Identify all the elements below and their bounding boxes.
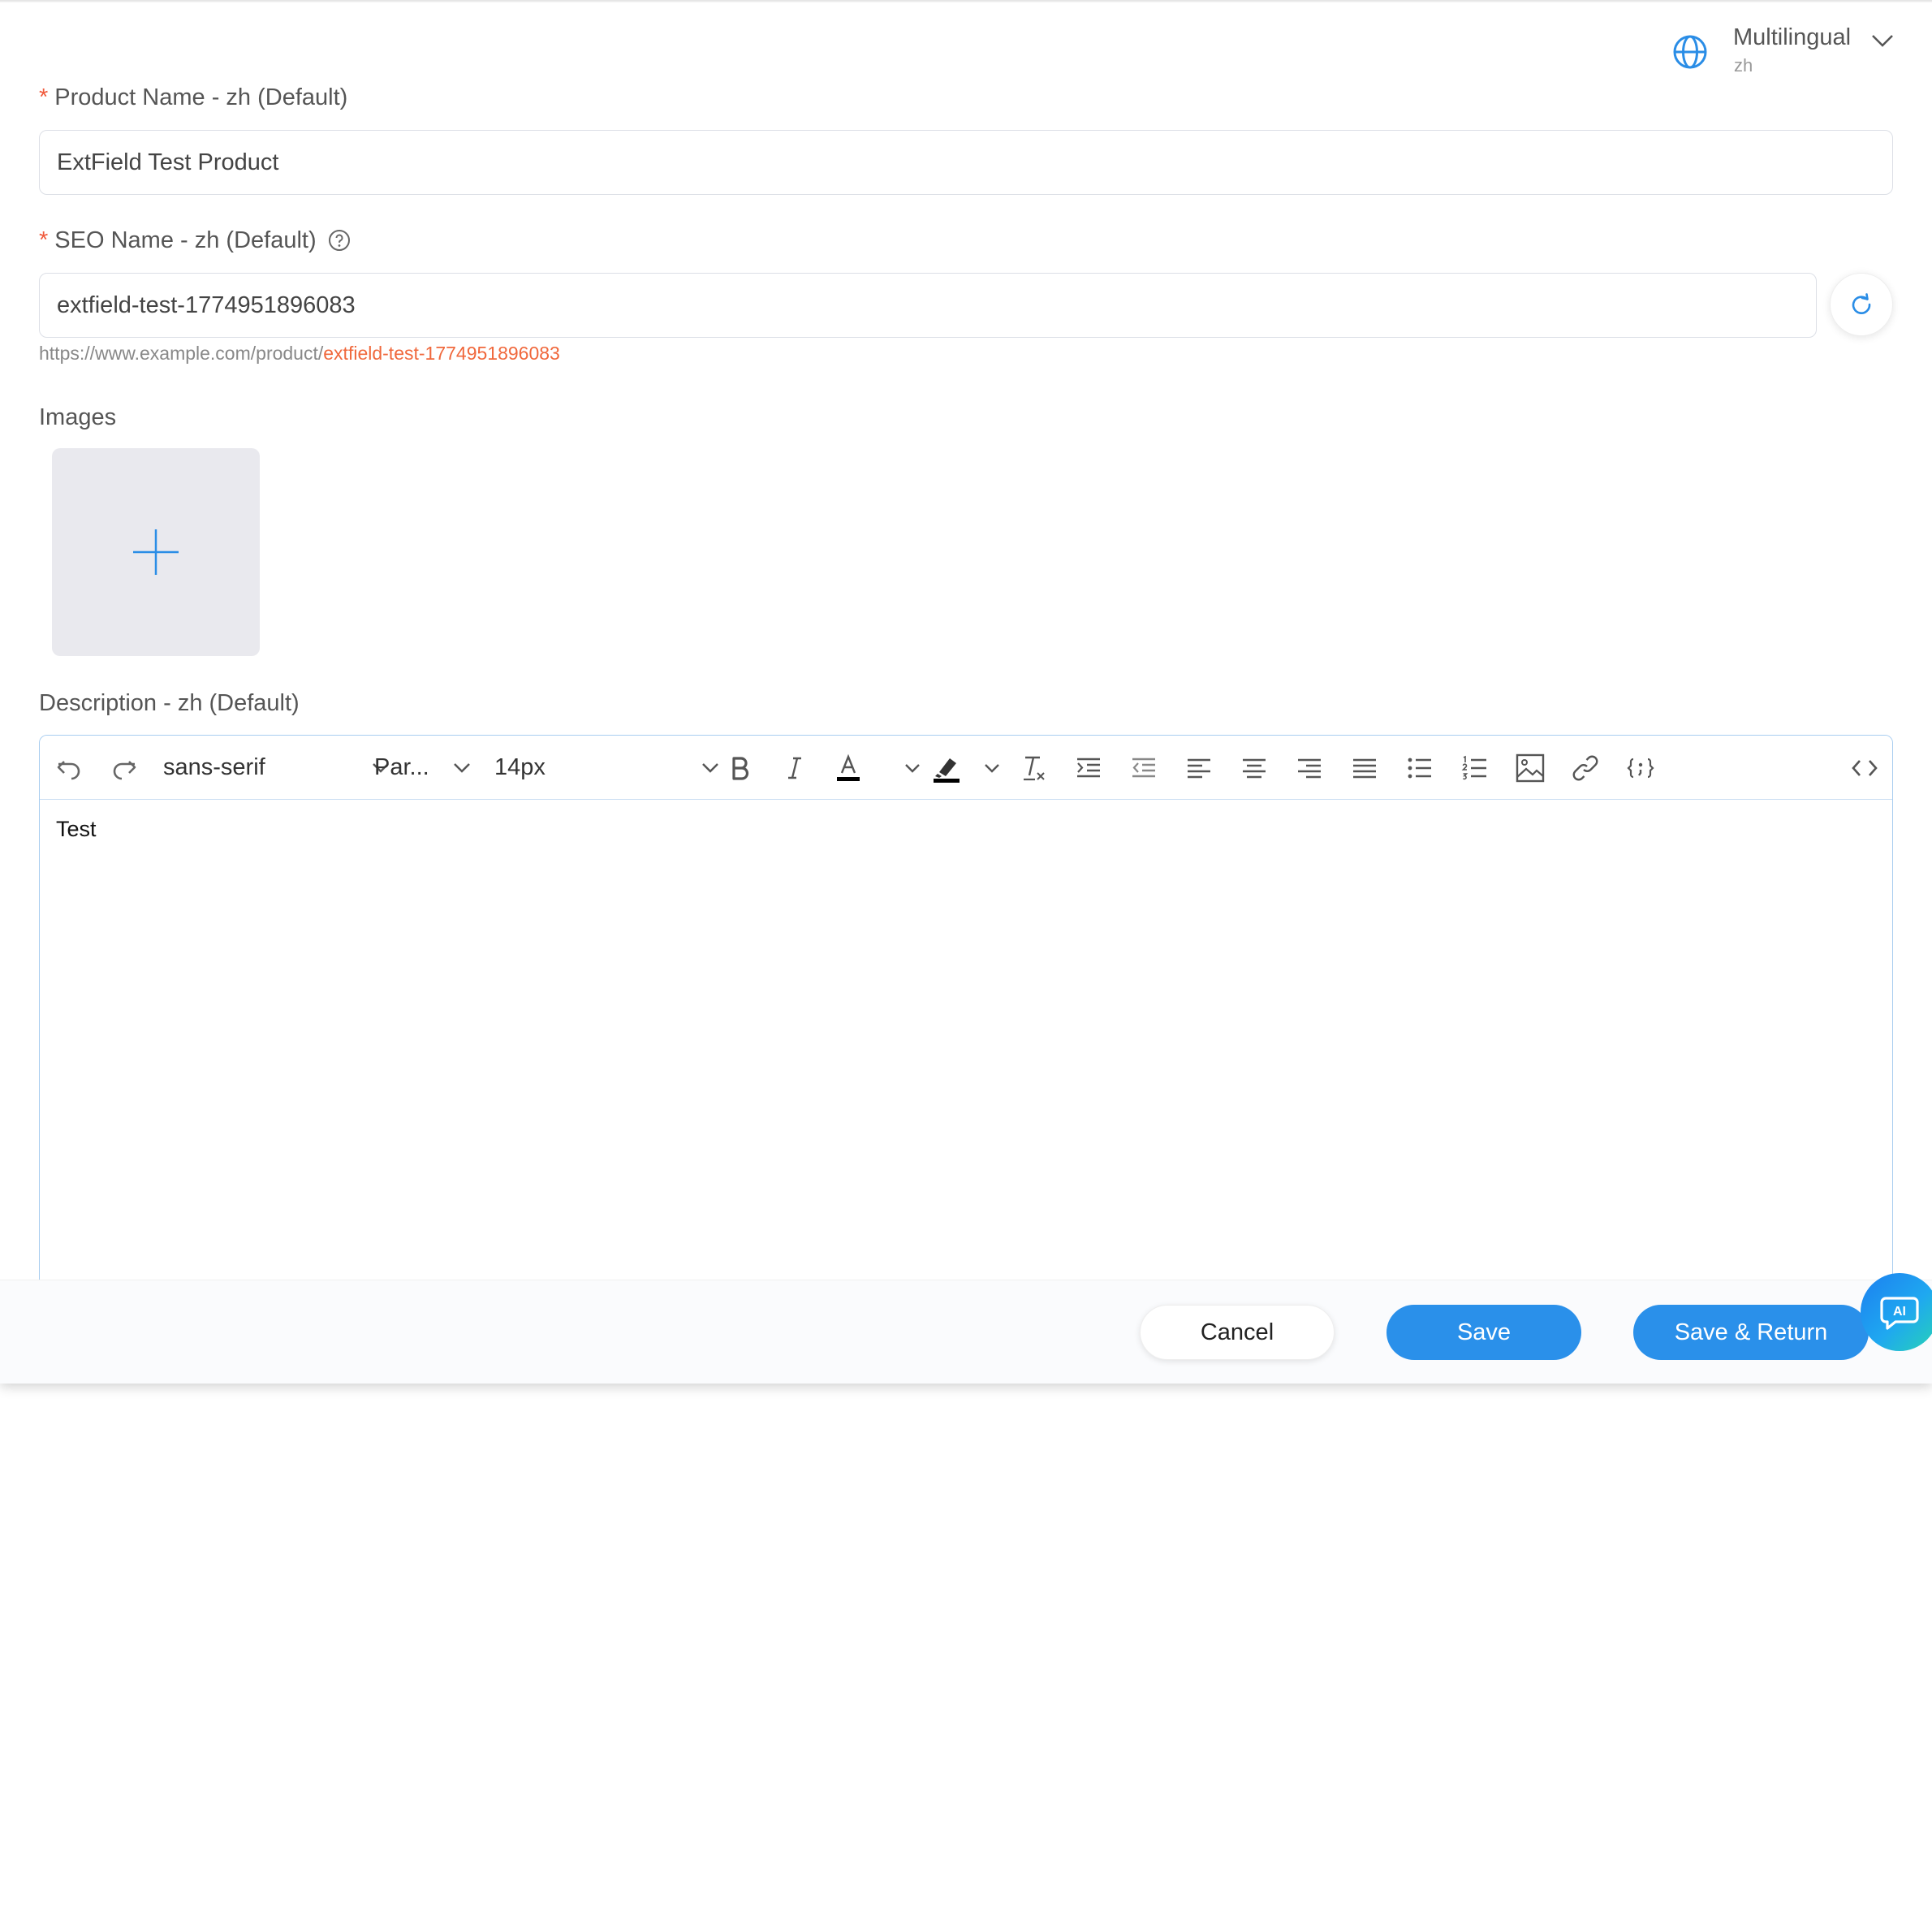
description-label: Description - zh (Default) bbox=[39, 690, 300, 716]
seo-url-prefix: https://www.example.com/product/ bbox=[39, 343, 324, 364]
undo-button[interactable] bbox=[50, 736, 88, 800]
form-footer: Cancel Save Save & Return bbox=[0, 1280, 1932, 1384]
highlight-dropdown[interactable] bbox=[973, 736, 1011, 800]
align-right-button[interactable] bbox=[1290, 736, 1329, 800]
font-size-select[interactable]: 14px bbox=[494, 736, 730, 800]
bullet-list-button[interactable] bbox=[1400, 736, 1439, 800]
font-size-value: 14px bbox=[494, 754, 546, 780]
ai-chat-icon: AI bbox=[1880, 1297, 1919, 1330]
chevron-down-icon bbox=[454, 762, 470, 773]
image-upload-button[interactable] bbox=[52, 448, 260, 656]
block-format-value: Par... bbox=[374, 754, 429, 780]
seo-name-label-text: SEO Name - zh (Default) bbox=[54, 227, 317, 253]
insert-image-button[interactable] bbox=[1511, 736, 1550, 800]
block-format-select[interactable]: Par... bbox=[374, 736, 488, 800]
variable-icon bbox=[1627, 758, 1654, 778]
source-code-icon bbox=[1852, 759, 1878, 776]
bullet-list-icon bbox=[1408, 758, 1431, 778]
seo-name-input[interactable]: extfield-test-1774951896083 bbox=[39, 273, 1817, 338]
save-button[interactable]: Save bbox=[1386, 1305, 1581, 1360]
chevron-down-icon bbox=[1872, 35, 1893, 47]
ai-assistant-button[interactable]: AI bbox=[1861, 1273, 1932, 1351]
italic-icon bbox=[788, 757, 801, 779]
align-justify-icon bbox=[1353, 758, 1376, 778]
editor-content[interactable]: Test bbox=[56, 817, 97, 842]
bold-icon bbox=[732, 756, 749, 780]
indent-icon bbox=[1077, 758, 1100, 777]
cancel-button[interactable]: Cancel bbox=[1140, 1305, 1335, 1360]
font-family-value: sans-serif bbox=[163, 754, 265, 780]
outdent-button[interactable] bbox=[1124, 736, 1163, 800]
seo-name-label: * SEO Name - zh (Default) bbox=[39, 227, 351, 254]
product-name-label-text: Product Name - zh (Default) bbox=[54, 84, 348, 110]
source-code-button[interactable] bbox=[1845, 736, 1884, 800]
numbered-list-icon bbox=[1461, 755, 1486, 779]
product-name-label: * Product Name - zh (Default) bbox=[39, 84, 347, 111]
rich-text-editor: sans-serif Par... 14px Test bbox=[39, 735, 1893, 1303]
italic-button[interactable] bbox=[775, 736, 814, 800]
highlight-button[interactable] bbox=[918, 736, 975, 800]
seo-name-value: extfield-test-1774951896083 bbox=[57, 291, 356, 318]
clear-format-button[interactable] bbox=[1014, 736, 1053, 800]
seo-url-preview: https://www.example.com/product/extfield… bbox=[39, 343, 560, 365]
insert-link-button[interactable] bbox=[1566, 736, 1605, 800]
product-name-input[interactable]: ExtField Test Product bbox=[39, 130, 1893, 195]
bold-button[interactable] bbox=[720, 736, 759, 800]
chevron-down-icon bbox=[702, 762, 718, 773]
undo-icon bbox=[57, 760, 80, 779]
required-asterisk: * bbox=[39, 227, 49, 253]
editor-toolbar: sans-serif Par... 14px bbox=[40, 736, 1892, 800]
ai-label: AI bbox=[1893, 1305, 1906, 1319]
product-edit-panel: Multilingual zh * Product Name - zh (Defa… bbox=[0, 0, 1932, 1384]
align-left-icon bbox=[1188, 758, 1210, 778]
align-right-icon bbox=[1298, 758, 1321, 778]
image-icon bbox=[1516, 753, 1545, 782]
save-and-return-button[interactable]: Save & Return bbox=[1633, 1305, 1869, 1360]
align-center-icon bbox=[1243, 758, 1266, 778]
refresh-icon bbox=[1852, 293, 1871, 314]
align-justify-button[interactable] bbox=[1345, 736, 1384, 800]
help-circle-icon[interactable] bbox=[328, 229, 351, 252]
language-selector-title: Multilingual bbox=[1733, 24, 1852, 50]
redo-button[interactable] bbox=[105, 736, 144, 800]
indent-button[interactable] bbox=[1069, 736, 1108, 800]
images-label: Images bbox=[39, 404, 117, 430]
chevron-down-icon bbox=[985, 763, 999, 773]
outdent-icon bbox=[1132, 758, 1155, 777]
plus-icon bbox=[133, 529, 179, 575]
highlight-icon bbox=[934, 758, 960, 783]
language-selector-current: zh bbox=[1734, 55, 1753, 76]
align-left-button[interactable] bbox=[1179, 736, 1218, 800]
panel-top-border bbox=[0, 0, 1932, 2]
numbered-list-button[interactable] bbox=[1455, 736, 1494, 800]
seo-url-slug: extfield-test-1774951896083 bbox=[323, 343, 560, 364]
clear-format-icon bbox=[1024, 756, 1045, 780]
required-asterisk: * bbox=[39, 84, 49, 110]
font-color-button[interactable] bbox=[816, 736, 881, 800]
link-icon bbox=[1572, 755, 1598, 780]
regenerate-seo-button[interactable] bbox=[1830, 273, 1893, 336]
globe-icon bbox=[1673, 35, 1707, 69]
font-family-select[interactable]: sans-serif bbox=[163, 736, 389, 800]
align-center-button[interactable] bbox=[1235, 736, 1274, 800]
redo-icon bbox=[113, 760, 136, 779]
product-name-value: ExtField Test Product bbox=[57, 149, 279, 175]
font-color-icon bbox=[837, 753, 860, 781]
insert-variable-button[interactable] bbox=[1621, 736, 1660, 800]
language-selector[interactable]: Multilingual zh bbox=[1671, 23, 1914, 80]
